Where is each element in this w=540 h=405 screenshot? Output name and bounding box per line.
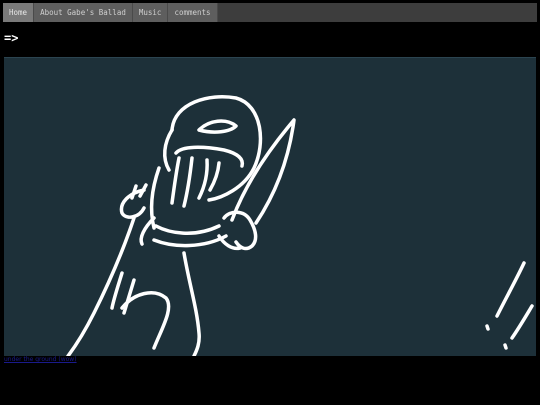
knife-blade: [230, 118, 296, 225]
next-arrow-link[interactable]: =>: [4, 31, 18, 45]
nav-music[interactable]: Music: [132, 3, 169, 22]
nav-about[interactable]: About Gabe's Ballad: [34, 3, 133, 22]
figure-leg-left: [66, 216, 136, 356]
figure-mouth: [174, 145, 245, 168]
nav-home[interactable]: Home: [3, 3, 35, 22]
comic-panel: [4, 57, 536, 356]
nav-bar: Home About Gabe's Ballad Music comments: [3, 3, 537, 22]
exclamation-2: [510, 304, 534, 340]
comic-drawing: [66, 95, 534, 356]
figure-arm-right: [154, 224, 221, 235]
figure-leg-right: [182, 251, 201, 356]
knife-hand: [222, 210, 258, 251]
exclamation-1: [495, 261, 526, 318]
figure-head-back: [163, 128, 174, 172]
figure-eye: [197, 119, 238, 134]
footer-link[interactable]: under the ground (wow): [4, 356, 77, 363]
nav-comments[interactable]: comments: [168, 3, 218, 22]
